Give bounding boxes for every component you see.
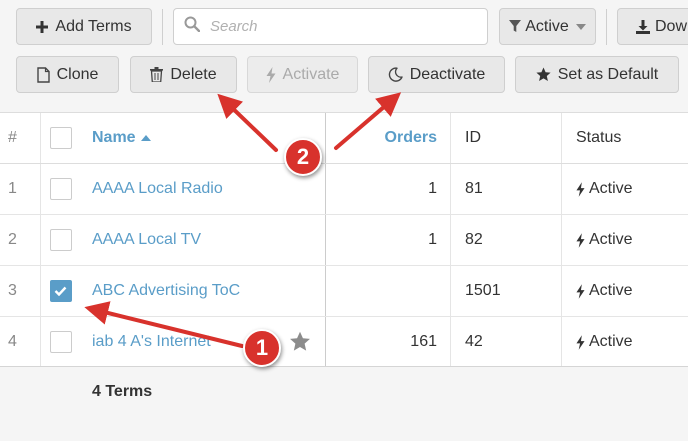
header-name-label: Name (92, 129, 136, 146)
row-number: 3 (8, 282, 17, 299)
filter-label: Active (525, 17, 569, 35)
term-id: 1501 (450, 266, 561, 316)
activate-button[interactable]: Activate (247, 56, 358, 93)
annotation-marker-2: 2 (284, 138, 322, 176)
star-icon (536, 67, 551, 82)
clone-button[interactable]: Clone (16, 56, 119, 93)
row-number: 2 (8, 231, 17, 248)
row-number: 1 (8, 180, 17, 197)
status-cell: Active (561, 317, 688, 367)
moon-icon (388, 67, 403, 82)
term-id: 42 (450, 317, 561, 367)
header-status[interactable]: Status (561, 113, 688, 163)
status-cell: Active (561, 266, 688, 316)
table-row[interactable]: 2 AAAA Local TV 1 82 Active (0, 215, 688, 266)
deactivate-label: Deactivate (409, 65, 486, 83)
table-row[interactable]: 3 ABC Advertising ToC 1501 Active (0, 266, 688, 317)
set-as-default-button[interactable]: Set as Default (515, 56, 679, 93)
row-select (40, 164, 80, 214)
status-label: Active (589, 231, 633, 248)
deactivate-button[interactable]: Deactivate (368, 56, 505, 93)
trash-icon (150, 67, 164, 82)
checkmark-icon (54, 286, 67, 296)
download-button[interactable]: Dow (617, 8, 688, 45)
term-name-link[interactable]: ABC Advertising ToC (80, 266, 326, 316)
term-name-link[interactable]: iab 4 A's Internet (80, 317, 326, 367)
toolbar: Add Terms Active Dow Clone Delete (0, 0, 688, 113)
orders-count: 161 (410, 333, 437, 350)
orders-count (327, 266, 450, 316)
table-row[interactable]: 1 AAAA Local Radio 1 81 Active (0, 164, 688, 215)
term-id: 81 (450, 164, 561, 214)
download-label: Dow (655, 17, 688, 35)
table-row[interactable]: 4 iab 4 A's Internet 161 42 Active (0, 317, 688, 368)
table-header-row: # Name Orders ID Status (0, 113, 688, 164)
download-icon (636, 19, 650, 34)
select-all-checkbox[interactable] (49, 127, 72, 149)
row-checkbox-checked[interactable] (49, 280, 72, 302)
status-cell: Active (561, 215, 688, 265)
bolt-icon (266, 66, 276, 83)
caret-down-icon (575, 23, 586, 30)
table-footer: 4 Terms (0, 366, 688, 441)
plus-icon (36, 20, 49, 33)
row-number: 4 (8, 333, 17, 350)
header-id[interactable]: ID (450, 113, 561, 163)
bolt-icon (576, 334, 585, 350)
row-select (40, 266, 80, 316)
terms-count: 4 Terms (92, 383, 153, 400)
status-label: Active (589, 333, 633, 350)
annotation-marker-1: 1 (243, 329, 281, 367)
search-input[interactable] (208, 17, 482, 36)
bolt-icon (576, 181, 585, 197)
set-as-default-label: Set as Default (557, 65, 659, 83)
row-checkbox[interactable] (49, 229, 72, 251)
delete-button[interactable]: Delete (130, 56, 237, 93)
term-name-link[interactable]: AAAA Local TV (80, 215, 326, 265)
add-terms-button[interactable]: Add Terms (16, 8, 152, 45)
row-checkbox[interactable] (49, 331, 72, 353)
status-label: Active (589, 282, 633, 299)
default-star-icon (289, 331, 311, 352)
toolbar-divider (606, 9, 607, 45)
term-name-link[interactable]: AAAA Local Radio (80, 164, 326, 214)
term-id: 82 (450, 215, 561, 265)
sort-ascending-icon (140, 135, 151, 141)
status-label: Active (589, 180, 633, 197)
delete-label: Delete (170, 65, 217, 83)
row-select (40, 317, 80, 367)
file-icon (36, 66, 50, 83)
bolt-icon (576, 232, 585, 248)
clone-label: Clone (56, 65, 99, 83)
bolt-icon (576, 283, 585, 299)
orders-count: 1 (428, 231, 437, 248)
activate-label: Activate (282, 65, 340, 83)
search-box[interactable] (173, 8, 488, 45)
row-select (40, 215, 80, 265)
row-checkbox[interactable] (49, 178, 72, 200)
status-filter-dropdown[interactable]: Active (499, 8, 596, 45)
orders-count: 1 (428, 180, 437, 197)
status-cell: Active (561, 164, 688, 214)
header-number: # (8, 129, 17, 146)
filter-icon (509, 20, 522, 33)
toolbar-divider (162, 9, 163, 45)
term-name-text: iab 4 A's Internet (92, 333, 211, 350)
search-icon (184, 16, 201, 37)
header-orders[interactable]: Orders (327, 113, 450, 163)
add-terms-label: Add Terms (55, 17, 132, 35)
header-select-all (40, 113, 80, 163)
